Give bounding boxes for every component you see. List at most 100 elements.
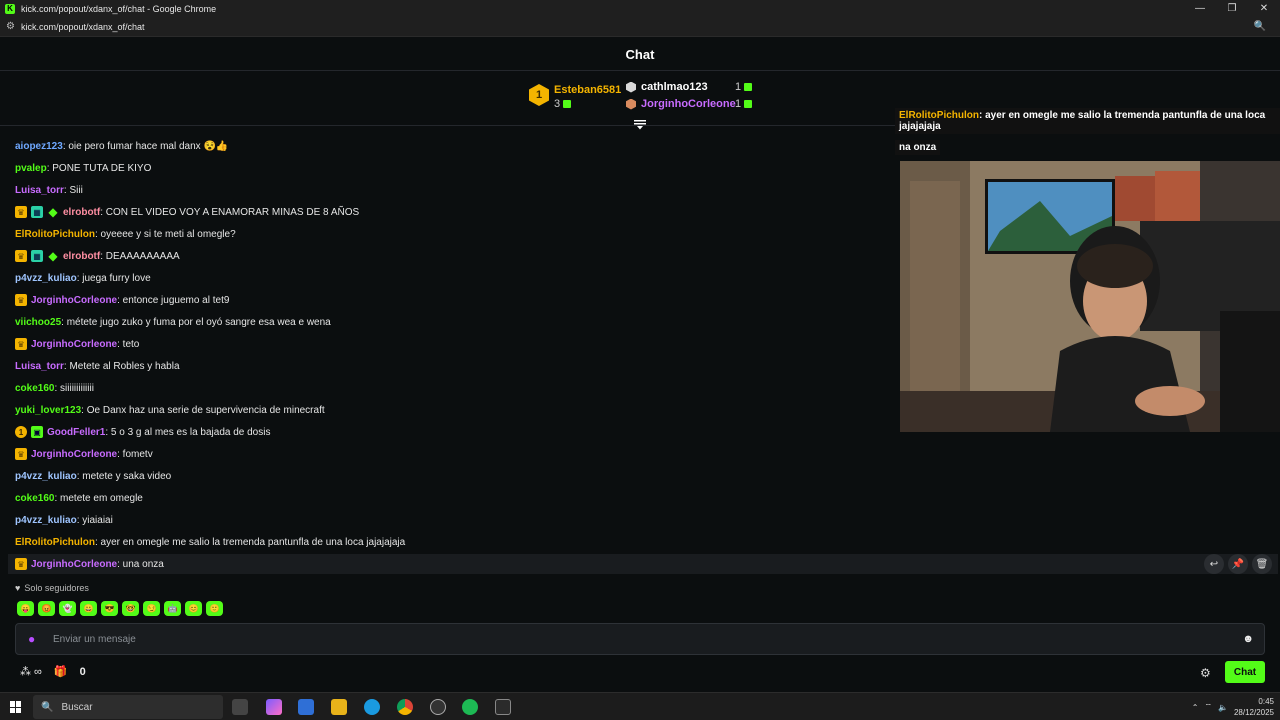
chat-username[interactable]: GoodFeller1 (47, 427, 105, 438)
file-explorer-icon[interactable] (331, 699, 347, 715)
chat-username[interactable]: JorginhoCorleone (31, 449, 117, 460)
recorder-icon[interactable] (430, 699, 446, 715)
message-input[interactable]: ● Enviar un mensaje ☻ (15, 623, 1265, 655)
chat-message[interactable]: coke160: metete em omegle (15, 488, 143, 508)
chat-username[interactable]: yuki_lover123 (15, 405, 81, 416)
store-icon[interactable] (298, 699, 314, 715)
chat-username[interactable]: Luisa_torr (15, 361, 64, 372)
chat-username[interactable]: p4vzz_kuliao (15, 471, 77, 482)
emote-icon[interactable]: 👻 (59, 601, 76, 616)
chat-message[interactable]: ElRolitoPichulon: oyeeee y si te meti al… (15, 224, 236, 244)
chat-username[interactable]: JorginhoCorleone (31, 295, 117, 306)
emote-icon[interactable]: 😊 (185, 601, 202, 616)
gift-box-icon[interactable]: 🎁 (54, 665, 68, 678)
chat-username[interactable]: Luisa_torr (15, 185, 64, 196)
chat-message[interactable]: ♛ JorginhoCorleone: una onza ↩ 📌 🗑 (8, 554, 1278, 574)
chat-username[interactable]: JorginhoCorleone (31, 339, 117, 350)
tray-chevron-icon[interactable]: ⌃ (1192, 703, 1199, 712)
crown-badge-icon[interactable]: ♛ (15, 558, 27, 570)
crown-badge-icon[interactable]: ♛ (15, 250, 27, 262)
chat-username[interactable]: coke160 (15, 383, 54, 394)
emote-icon[interactable]: 😎 (101, 601, 118, 616)
chat-message[interactable]: yuki_lover123: Oe Danx haz una serie de … (15, 400, 325, 420)
chat-message[interactable]: ♛ JorginhoCorleone: teto (15, 334, 139, 354)
chat-message[interactable]: Luisa_torr: Metete al Robles y habla (15, 356, 180, 376)
kick-points-icon[interactable]: ⁂ ∞ (20, 665, 42, 678)
crown-badge-icon[interactable]: ♛ (15, 448, 27, 460)
gifter-badge-icon[interactable]: 1 (15, 426, 27, 438)
chat-message[interactable]: ♛ JorginhoCorleone: fometv (15, 444, 153, 464)
chat-username[interactable]: ElRolitoPichulon (15, 537, 95, 548)
clock[interactable]: 0:45 28/12/2025 (1234, 696, 1274, 718)
chrome-icon[interactable] (397, 699, 413, 715)
gem-badge-icon[interactable]: ◆ (47, 205, 59, 219)
wifi-icon[interactable]: ⌔ (1204, 702, 1212, 712)
epic-games-icon[interactable] (495, 699, 511, 715)
message-input-placeholder[interactable]: Enviar un mensaje (53, 634, 136, 645)
site-settings-icon[interactable]: ⚙ (6, 21, 15, 32)
spotify-icon[interactable] (462, 699, 478, 715)
chat-message[interactable]: p4vzz_kuliao: metete y saka video (15, 466, 171, 486)
collapse-leaderboard-icon[interactable] (634, 120, 646, 130)
windows-start-icon[interactable] (10, 701, 22, 713)
emote-icon[interactable]: 😡 (38, 601, 55, 616)
gift-badge-icon[interactable]: ▣ (31, 426, 43, 438)
copilot-icon[interactable] (266, 699, 282, 715)
chat-username[interactable]: p4vzz_kuliao (15, 273, 77, 284)
emote-icon[interactable]: 🤓 (122, 601, 139, 616)
chat-username[interactable]: aiopez123 (15, 141, 63, 152)
leaderboard-second[interactable]: cathlmao123 1 (626, 81, 753, 93)
chat-send-button[interactable]: Chat (1225, 661, 1265, 683)
pin-icon[interactable]: 📌 (1228, 554, 1248, 574)
edge-icon[interactable] (364, 699, 380, 715)
task-view-icon[interactable] (232, 699, 248, 715)
chat-username[interactable]: coke160 (15, 493, 54, 504)
microphone-icon[interactable]: ● (28, 632, 40, 646)
chat-username[interactable]: viichoo25 (15, 317, 61, 328)
chat-message[interactable]: coke160: siiiiiiiiiiiii (15, 378, 94, 398)
subscriber-badge-icon[interactable]: ▦ (31, 250, 43, 262)
chat-message[interactable]: p4vzz_kuliao: juega furry love (15, 268, 151, 288)
chat-message[interactable]: pvalep: PONE TUTA DE KIYO (15, 158, 151, 178)
leaderboard-first[interactable]: 1 Esteban6581 3 (529, 84, 621, 110)
chat-username[interactable]: ElRolitoPichulon (15, 229, 95, 240)
chat-username[interactable]: elrobotf (63, 251, 100, 262)
restore-button[interactable]: ❐ (1216, 0, 1248, 17)
address-bar[interactable]: ⚙ kick.com/popout/xdanx_of/chat 🔍 (0, 17, 1280, 37)
chat-message[interactable]: Luisa_torr: Siii (15, 180, 83, 200)
minimize-button[interactable]: — (1184, 0, 1216, 17)
emote-icon[interactable]: 🙂 (206, 601, 223, 616)
chat-message[interactable]: ♛ ▦ ◆ elrobotf: DEAAAAAAAAA (15, 246, 180, 266)
chat-message[interactable]: ♛ JorginhoCorleone: entonce juguemo al te… (15, 290, 229, 310)
crown-badge-icon[interactable]: ♛ (15, 338, 27, 350)
zoom-icon[interactable]: 🔍 (1254, 21, 1266, 32)
subscriber-badge-icon[interactable]: ▦ (31, 206, 43, 218)
chat-message[interactable]: ElRolitoPichulon: ayer en omegle me sali… (15, 532, 405, 552)
chat-username[interactable]: pvalep (15, 163, 47, 174)
chat-message[interactable]: ♛ ▦ ◆ elrobotf: CON EL VIDEO VOY A ENAMORAR… (15, 202, 359, 222)
chat-message[interactable]: viichoo25: métete jugo zuko y fuma por e… (15, 312, 331, 332)
emoji-picker-icon[interactable]: ☻ (1242, 633, 1254, 645)
crown-badge-icon[interactable]: ♛ (15, 294, 27, 306)
emote-icon[interactable]: 😀 (80, 601, 97, 616)
taskbar-search-placeholder[interactable]: Buscar (61, 702, 92, 713)
gem-badge-icon[interactable]: ◆ (47, 249, 59, 263)
crown-badge-icon[interactable]: ♛ (15, 206, 27, 218)
chat-username[interactable]: p4vzz_kuliao (15, 515, 77, 526)
settings-gear-icon[interactable]: ⚙ (1200, 666, 1211, 680)
emote-icon[interactable]: 😏 (143, 601, 160, 616)
url-text[interactable]: kick.com/popout/xdanx_of/chat (21, 22, 145, 32)
emote-icon[interactable]: 🤖 (164, 601, 181, 616)
chat-message[interactable]: aiopez123: oie pero fumar hace mal danx … (15, 136, 228, 156)
close-button[interactable]: ✕ (1248, 0, 1280, 17)
reply-icon[interactable]: ↩ (1204, 554, 1224, 574)
volume-icon[interactable]: 🔈 (1218, 703, 1228, 712)
chat-message[interactable]: 1 ▣ GoodFeller1: 5 o 3 g al mes es la baja… (15, 422, 270, 442)
taskbar-search-box[interactable]: 🔍 Buscar (33, 695, 223, 719)
chat-username[interactable]: elrobotf (63, 207, 100, 218)
chat-username[interactable]: JorginhoCorleone (31, 559, 117, 570)
delete-icon[interactable]: 🗑 (1252, 554, 1272, 574)
chat-message[interactable]: p4vzz_kuliao: yiaiaiai (15, 510, 113, 530)
emote-icon[interactable]: 😛 (17, 601, 34, 616)
leaderboard-third[interactable]: JorginhoCorleone 1 (626, 98, 753, 110)
